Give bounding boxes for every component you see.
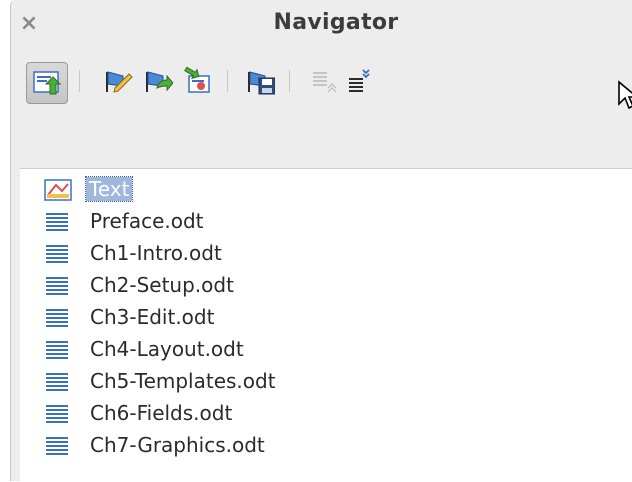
tree-item-label: Ch2-Setup.odt xyxy=(90,273,234,297)
tree-root-label: Text xyxy=(84,176,134,202)
document-lines-icon xyxy=(46,309,68,327)
panel-title: Navigator xyxy=(273,10,399,35)
save-as-button[interactable] xyxy=(245,66,275,96)
document-lines-icon xyxy=(46,437,68,455)
tree-item[interactable]: Ch5-Templates.odt xyxy=(20,365,420,397)
move-down-button[interactable] xyxy=(345,66,375,96)
update-button[interactable] xyxy=(143,66,173,96)
tree-item-label: Ch5-Templates.odt xyxy=(90,369,276,393)
toolbar-separator xyxy=(289,70,290,92)
close-icon[interactable]: × xyxy=(19,13,39,35)
toggle-icon xyxy=(33,71,62,95)
document-lines-icon xyxy=(46,245,68,263)
navigator-tree: Text Preface.odt Ch1-Intro.odt Ch2-Setup.o… xyxy=(20,168,632,482)
toggle-button[interactable] xyxy=(26,62,68,104)
tree-item[interactable]: Ch3-Edit.odt xyxy=(20,301,420,333)
tree-item-label: Ch7-Graphics.odt xyxy=(90,433,265,457)
tree-item[interactable]: Preface.odt xyxy=(20,205,420,237)
tree-item[interactable]: Ch4-Layout.odt xyxy=(20,333,420,365)
move-up-icon xyxy=(313,72,337,93)
tree-item-label: Ch3-Edit.odt xyxy=(90,305,215,329)
text-icon xyxy=(44,179,72,201)
edit-button[interactable] xyxy=(103,66,133,96)
edit-icon xyxy=(106,71,133,93)
document-lines-icon xyxy=(46,373,68,391)
title-bar: × Navigator xyxy=(11,0,632,48)
move-up-button[interactable] xyxy=(309,66,339,96)
tree-item-label: Ch4-Layout.odt xyxy=(90,337,244,361)
tree-item-label: Ch6-Fields.odt xyxy=(90,401,233,425)
tree-item[interactable]: Ch2-Setup.odt xyxy=(20,269,420,301)
document-lines-icon xyxy=(46,341,68,359)
insert-icon xyxy=(184,66,210,93)
save-as-icon xyxy=(248,71,275,95)
document-lines-icon xyxy=(46,405,68,423)
document-lines-icon xyxy=(46,213,68,231)
tree-item[interactable]: Ch7-Graphics.odt xyxy=(20,429,420,461)
mouse-pointer-icon xyxy=(618,80,632,110)
tree-item[interactable]: Ch1-Intro.odt xyxy=(20,237,420,269)
tree-item-label: Ch1-Intro.odt xyxy=(90,241,222,265)
toolbar xyxy=(19,60,632,112)
update-icon xyxy=(146,71,173,92)
move-down-icon xyxy=(349,69,370,92)
toolbar-separator xyxy=(227,70,228,92)
tree-item[interactable]: Ch6-Fields.odt xyxy=(20,397,420,429)
tree-root-text[interactable]: Text xyxy=(20,173,420,205)
toolbar-separator xyxy=(79,70,80,92)
insert-button[interactable] xyxy=(181,66,211,96)
document-lines-icon xyxy=(46,277,68,295)
tree-item-label: Preface.odt xyxy=(90,209,204,233)
